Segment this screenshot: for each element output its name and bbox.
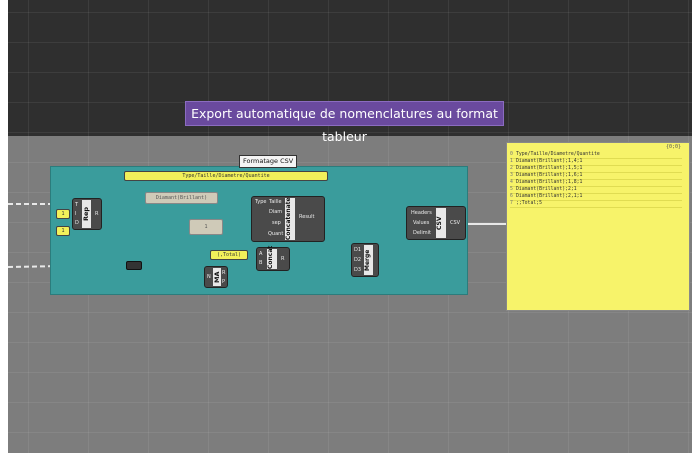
concat-output-r[interactable]: R (281, 256, 284, 262)
total-panel[interactable]: (,Total) (210, 250, 248, 260)
csv-input-headers[interactable]: Headers (411, 210, 432, 216)
ma-component[interactable]: N MA R P (204, 266, 228, 288)
output-panel[interactable]: {0;0} 0 Type/Taille/Diametre/Quantite 1 Dia… (506, 142, 690, 311)
relay-node[interactable] (126, 261, 142, 270)
value-pill-1[interactable]: 1 (56, 209, 70, 219)
merge-input-d3[interactable]: D3 (354, 267, 361, 273)
output-row-text: Diamant(Brillant);1,4;1 (516, 159, 583, 164)
concatenate-input-quant[interactable]: Quant (268, 231, 283, 237)
ma-input-n[interactable]: N (207, 274, 211, 280)
csv-input-delimit[interactable]: Delimit (413, 230, 431, 236)
output-row-text: Diamant(Brillant);2;1 (516, 187, 577, 192)
rep-component[interactable]: T I D Rep R (72, 198, 102, 230)
merge-input-d1[interactable]: D1 (354, 247, 361, 253)
ma-name: MA (213, 268, 221, 286)
output-row-text: Diamant(Brillant);1,8;1 (516, 180, 583, 185)
group-label: Formatage CSV (239, 155, 298, 168)
csv-component[interactable]: Headers Values Delimit CSV CSV (406, 206, 466, 240)
output-panel-header: {0;0} (665, 144, 681, 150)
csv-input-values[interactable]: Values (413, 220, 429, 226)
output-row-text: Type/Taille/Diametre/Quantite (516, 152, 600, 157)
concatenate-input-type[interactable]: Type (255, 199, 266, 205)
grasshopper-canvas[interactable]: Export automatique de nomenclatures au f… (8, 0, 692, 453)
rep-input-t[interactable]: T (75, 202, 78, 208)
rep-input-d[interactable]: D (75, 220, 79, 226)
output-row-text: ;;Total;5 (516, 201, 542, 206)
output-row-text: Diamant(Brillant);1,5;1 (516, 166, 583, 171)
diamant-panel[interactable]: Diamant(Brillant) (145, 192, 218, 204)
concatenate-name: Concatenate (285, 197, 295, 240)
concatenate-output-result[interactable]: Result (299, 214, 314, 220)
concat-input-a[interactable]: A (259, 251, 262, 257)
merge-name: Merge (364, 245, 373, 275)
ma-output-p[interactable]: P (222, 279, 225, 285)
concatenate-input-taille[interactable]: Taille (269, 199, 282, 205)
merge-input-d2[interactable]: D2 (354, 257, 361, 263)
concatenate-component[interactable]: Type Taille Diam sep Quant Concatenate R… (251, 196, 325, 242)
value-pill-2[interactable]: 1 (56, 226, 70, 236)
csv-name: CSV (436, 208, 446, 238)
ma-output-r[interactable]: R (222, 270, 225, 276)
output-row-text: Diamant(Brillant);1,6;1 (516, 173, 583, 178)
rep-name: Rep (82, 200, 91, 228)
page-title: Export automatique de nomenclatures au f… (185, 101, 504, 144)
output-row: 7 ;;Total;5 (510, 200, 682, 208)
concatenate-input-diam[interactable]: Diam (269, 209, 282, 215)
concat-name: Concat (267, 246, 277, 269)
concat-input-b[interactable]: B (259, 260, 262, 266)
concatenate-input-sep[interactable]: sep (272, 220, 281, 226)
csv-output[interactable]: CSV (450, 220, 460, 226)
header-panel[interactable]: Type/Taille/Diametre/Quantite (124, 171, 328, 181)
merge-component[interactable]: D1 D2 D3 Merge (351, 243, 379, 277)
output-row-text: Diamant(Brillant);2,1;1 (516, 194, 583, 199)
rep-input-i[interactable]: I (75, 211, 76, 217)
quant-panel[interactable]: 1 (189, 219, 223, 235)
rep-output-r[interactable]: R (95, 211, 98, 217)
concat-component[interactable]: A B Concat R (256, 246, 290, 271)
